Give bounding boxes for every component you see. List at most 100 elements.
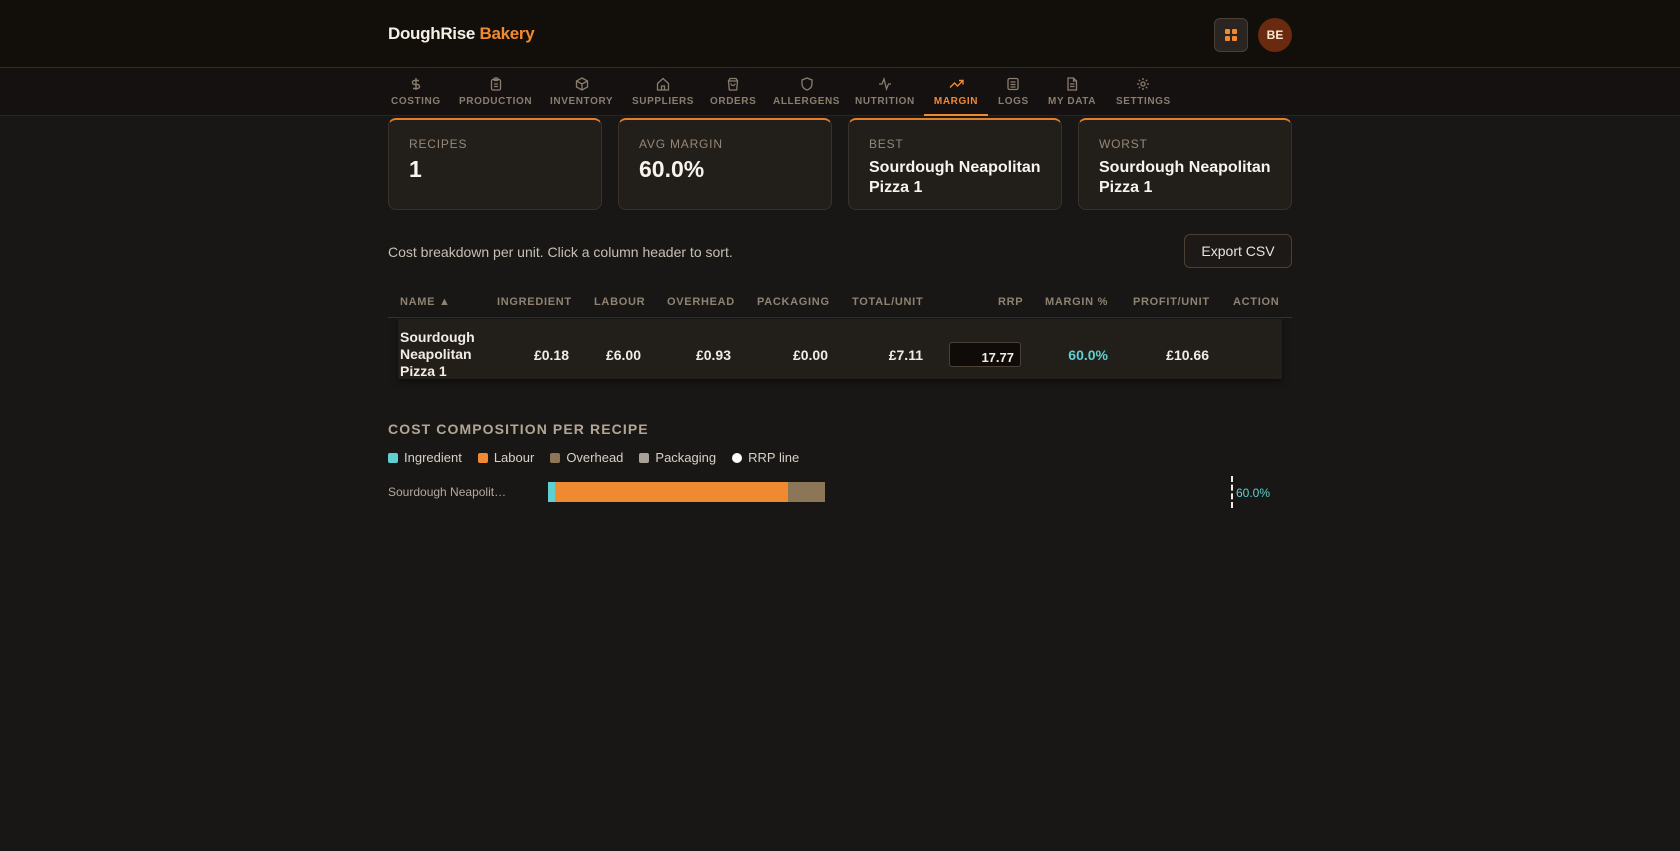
tab-label: MY DATA: [1048, 96, 1097, 107]
stat-card-avg-margin: AVG MARGIN 60.0%: [618, 118, 832, 210]
tab-orders[interactable]: ORDERS: [710, 68, 756, 116]
dollar-icon: [409, 75, 423, 92]
legend-swatch: [477, 452, 488, 463]
brand-accent: Bakery: [479, 24, 535, 43]
bar-segment-labour: [555, 482, 789, 502]
table-header: NAME ▲ INGREDIENT LABOUR OVERHEAD PACKAG…: [388, 290, 1292, 318]
gear-icon: [1136, 75, 1150, 92]
bag-icon: [726, 75, 740, 92]
trend-up-icon: [949, 75, 964, 92]
bar-segment-ingredient: [548, 482, 555, 502]
export-csv-button[interactable]: Export CSV: [1184, 234, 1292, 268]
box-icon: [575, 75, 589, 92]
legend-swatch: [732, 452, 743, 463]
brand-name: DoughRise: [388, 24, 476, 43]
rrp-input[interactable]: [949, 342, 1021, 367]
top-bar: DoughRise Bakery BE: [0, 0, 1680, 68]
clipboard-icon: [489, 75, 503, 92]
table-description: Cost breakdown per unit. Click a column …: [388, 244, 733, 260]
document-icon: [1065, 75, 1079, 92]
stat-value: Sourdough Neapolitan Pizza 1: [869, 159, 1041, 196]
col-overhead[interactable]: OVERHEAD: [667, 296, 735, 308]
tab-label: INVENTORY: [550, 96, 614, 107]
cost-stacked-bar: [548, 482, 825, 502]
rrp-margin-label: 60.0%: [1236, 486, 1271, 500]
stat-card-best: BEST Sourdough Neapolitan Pizza 1: [848, 118, 1062, 210]
tab-allergens[interactable]: ALLERGENS: [773, 68, 840, 116]
ingredient-cost: £0.18: [533, 347, 569, 363]
col-packaging[interactable]: PACKAGING: [757, 296, 830, 308]
brand-logo[interactable]: DoughRise Bakery: [388, 24, 535, 44]
col-ingredient[interactable]: INGREDIENT: [497, 296, 572, 308]
legend-label: Packaging: [655, 450, 717, 465]
tab-logs[interactable]: LOGS: [998, 68, 1029, 116]
main-nav: COSTING PRODUCTION INVENTORY SUPPLIERS O…: [0, 68, 1680, 116]
legend-swatch: [639, 452, 650, 463]
legend-label: RRP line: [748, 450, 800, 465]
stat-value: 1: [409, 156, 422, 182]
stat-card-worst: WORST Sourdough Neapolitan Pizza 1: [1078, 118, 1292, 210]
total-unit-cost: £7.11: [888, 347, 923, 363]
tab-suppliers[interactable]: SUPPLIERS: [632, 68, 694, 116]
tab-label: ALLERGENS: [773, 96, 841, 107]
tab-my-data[interactable]: MY DATA: [1048, 68, 1096, 116]
col-labour[interactable]: LABOUR: [594, 296, 645, 308]
tab-label: SUPPLIERS: [632, 96, 695, 107]
tab-costing[interactable]: COSTING: [391, 68, 441, 116]
tab-nutrition[interactable]: NUTRITION: [855, 68, 915, 116]
stat-card-recipes: RECIPES 1: [388, 118, 602, 210]
tab-label: LOGS: [998, 96, 1029, 107]
stat-label: BEST: [869, 137, 904, 151]
profit-per-unit: £10.66: [1166, 347, 1209, 363]
stat-label: WORST: [1099, 137, 1148, 151]
legend-label: Ingredient: [404, 450, 462, 465]
tab-label: PRODUCTION: [459, 96, 533, 107]
stat-value: Sourdough Neapolitan Pizza 1: [1099, 159, 1271, 196]
recipe-name: Sourdough Neapolitan Pizza 1: [400, 329, 475, 379]
packaging-cost: £0.00: [792, 347, 828, 363]
legend-rrp-line: RRP line: [732, 450, 799, 465]
tab-settings[interactable]: SETTINGS: [1116, 68, 1171, 116]
tab-label: SETTINGS: [1116, 96, 1171, 107]
bar-category-label: Sourdough Neapolit…: [388, 485, 507, 499]
table-row: Sourdough Neapolitan Pizza 1 £0.18 £6.00…: [398, 319, 1282, 379]
col-rrp[interactable]: RRP: [998, 296, 1023, 308]
avatar[interactable]: BE: [1258, 18, 1292, 52]
tab-inventory[interactable]: INVENTORY: [550, 68, 613, 116]
legend-label: Labour: [493, 450, 535, 465]
col-action: ACTION: [1233, 296, 1280, 308]
overhead-cost: £0.93: [695, 347, 731, 363]
legend-label: Overhead: [566, 450, 624, 465]
bar-segment-overhead: [788, 482, 825, 502]
col-name[interactable]: NAME ▲: [400, 296, 451, 308]
legend-swatch: [550, 452, 561, 463]
list-icon: [1006, 75, 1020, 92]
tab-margin[interactable]: MARGIN: [924, 68, 988, 116]
stat-label: AVG MARGIN: [639, 137, 723, 151]
stat-label: RECIPES: [409, 137, 468, 151]
stat-value: 60.0%: [639, 156, 705, 182]
margin-percent: 60.0%: [1068, 347, 1108, 363]
legend-overhead: Overhead: [550, 450, 623, 465]
rrp-marker-line: [1231, 476, 1233, 508]
tab-label: NUTRITION: [855, 96, 915, 107]
composition-title: COST COMPOSITION PER RECIPE: [388, 421, 649, 437]
composition-legend: Ingredient Labour Overhead Packaging RRP…: [388, 450, 799, 465]
legend-swatch: [388, 452, 398, 463]
tab-production[interactable]: PRODUCTION: [459, 68, 532, 116]
legend-ingredient: Ingredient: [388, 450, 462, 465]
home-icon: [656, 75, 670, 92]
legend-labour: Labour: [477, 450, 535, 465]
tab-label: ORDERS: [710, 96, 757, 107]
apps-button[interactable]: [1214, 18, 1248, 52]
col-total[interactable]: TOTAL/UNIT: [852, 296, 923, 308]
labour-cost: £6.00: [605, 347, 641, 363]
legend-packaging: Packaging: [639, 450, 716, 465]
col-profit[interactable]: PROFIT/UNIT: [1133, 296, 1210, 308]
pulse-icon: [878, 75, 892, 92]
grid-icon: [1225, 29, 1237, 41]
tab-label: MARGIN: [933, 96, 979, 107]
tab-label: COSTING: [391, 96, 441, 107]
shield-icon: [800, 75, 814, 92]
col-margin[interactable]: MARGIN %: [1045, 296, 1108, 308]
